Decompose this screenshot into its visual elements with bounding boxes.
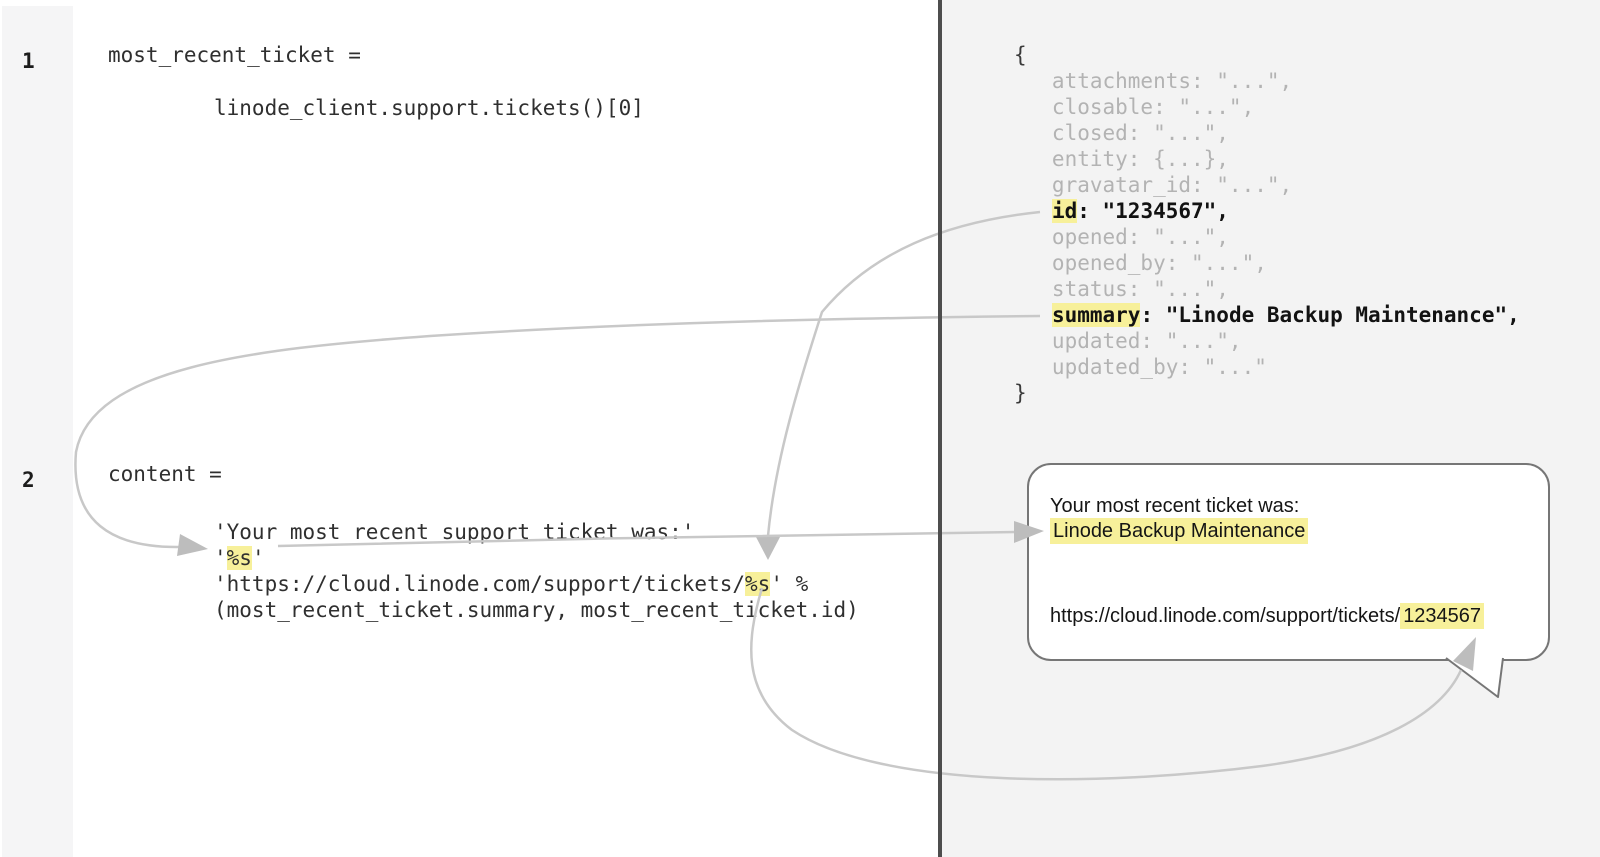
json-line-closable: closable: "...", <box>1014 94 1254 120</box>
json-line-id: id: "1234567", <box>1014 198 1229 224</box>
json-line-closed: closed: "...", <box>1014 120 1229 146</box>
line-number-gutter: 1 2 <box>2 6 73 857</box>
arrowhead-right-icon <box>177 534 208 556</box>
code-line-summary-placeholder: '%s' <box>214 545 265 571</box>
json-line-updated-by: updated_by: "..." <box>1014 354 1267 380</box>
bubble-line-url: https://cloud.linode.com/support/tickets… <box>1050 603 1484 629</box>
arrowhead-down-icon <box>756 537 780 560</box>
line-number-1: 1 <box>22 48 58 74</box>
diagram-canvas: 1 2 most_recent_ticket = linode_client.s… <box>0 0 1600 857</box>
json-line-opened: opened: "...", <box>1014 224 1229 250</box>
code-line-tickets-call: linode_client.support.tickets()[0] <box>214 95 644 121</box>
json-line-gravatar-id: gravatar_id: "...", <box>1014 172 1292 198</box>
arrow-summary-to-placeholder <box>75 316 1040 547</box>
panel-divider <box>938 0 942 857</box>
code-line-content-assignment: content = <box>108 461 222 487</box>
code-line-assignment: most_recent_ticket = <box>108 42 361 68</box>
bubble-line-intro: Your most recent ticket was: <box>1050 493 1299 519</box>
code-line-format-args: (most_recent_ticket.summary, most_recent… <box>214 597 859 623</box>
json-line-summary: summary: "Linode Backup Maintenance", <box>1014 302 1520 328</box>
json-line-attachments: attachments: "...", <box>1014 68 1292 94</box>
bubble-line-summary: Linode Backup Maintenance <box>1050 518 1308 544</box>
json-close-brace: } <box>1014 380 1027 406</box>
json-open-brace: { <box>1014 42 1027 68</box>
json-line-opened-by: opened_by: "...", <box>1014 250 1267 276</box>
line-number-2: 2 <box>22 467 58 493</box>
code-line-intro-string: 'Your most recent support ticket was:' <box>214 519 694 545</box>
json-line-updated: updated: "...", <box>1014 328 1242 354</box>
json-line-status: status: "...", <box>1014 276 1229 302</box>
code-line-url-placeholder: 'https://cloud.linode.com/support/ticket… <box>214 571 808 597</box>
json-line-entity: entity: {...}, <box>1014 146 1229 172</box>
